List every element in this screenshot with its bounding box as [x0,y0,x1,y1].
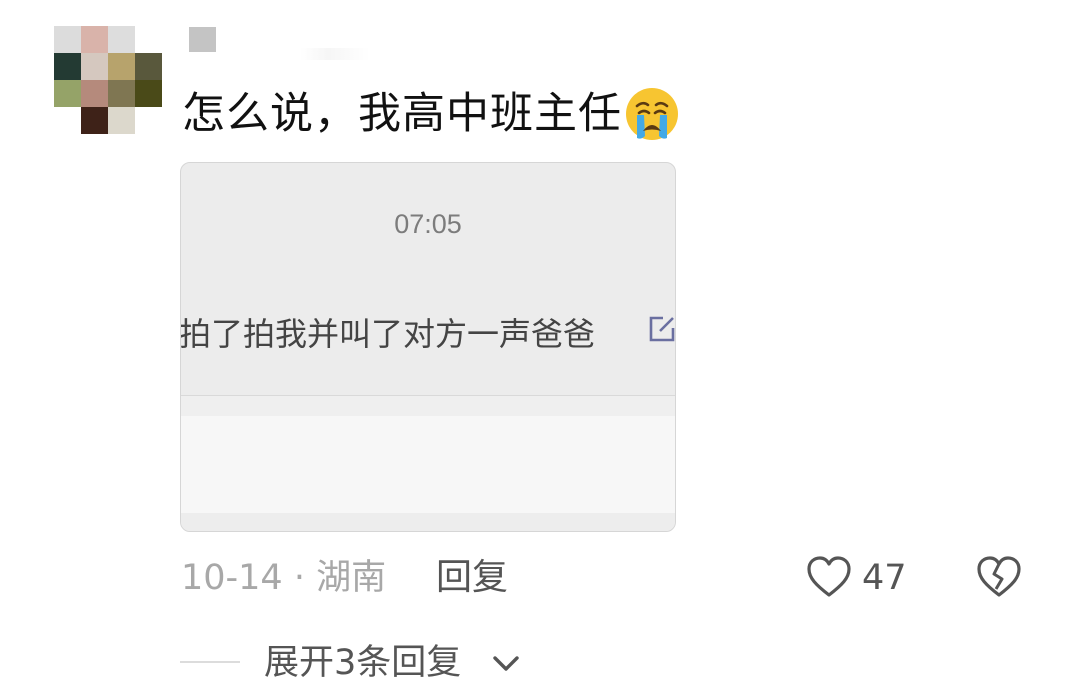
comment-item: 怎么说，我高中班主任 07:05 拍了拍我并叫了对方一声爸爸 10-14 · 湖… [0,0,1080,700]
edit-icon[interactable] [647,314,676,344]
expand-replies-button[interactable]: 展开3条回复 [264,641,461,685]
card-band [181,396,675,416]
comment-date-location: 10-14 · 湖南 [181,558,387,598]
avatar[interactable] [54,26,162,134]
heart-outline-icon[interactable] [806,555,852,599]
expand-replies-divider [180,661,240,663]
card-timestamp: 07:05 [394,209,462,239]
broken-heart-icon[interactable] [976,555,1022,599]
loudly-crying-face-icon [626,87,678,140]
chat-screenshot-card[interactable]: 07:05 拍了拍我并叫了对方一声爸爸 [180,162,676,532]
like-count: 47 [862,558,907,598]
comment-body: 怎么说，我高中班主任 [182,89,622,139]
username-redacted[interactable] [189,27,216,52]
reply-button[interactable]: 回复 [436,556,508,600]
card-input-area [181,416,675,513]
comment-text: 怎么说，我高中班主任 [182,86,680,142]
card-footer [181,513,675,531]
username-redacted-trail [300,48,370,60]
card-pat-message: 拍了拍我并叫了对方一声爸爸 [180,315,596,353]
chevron-down-icon[interactable] [490,652,522,676]
